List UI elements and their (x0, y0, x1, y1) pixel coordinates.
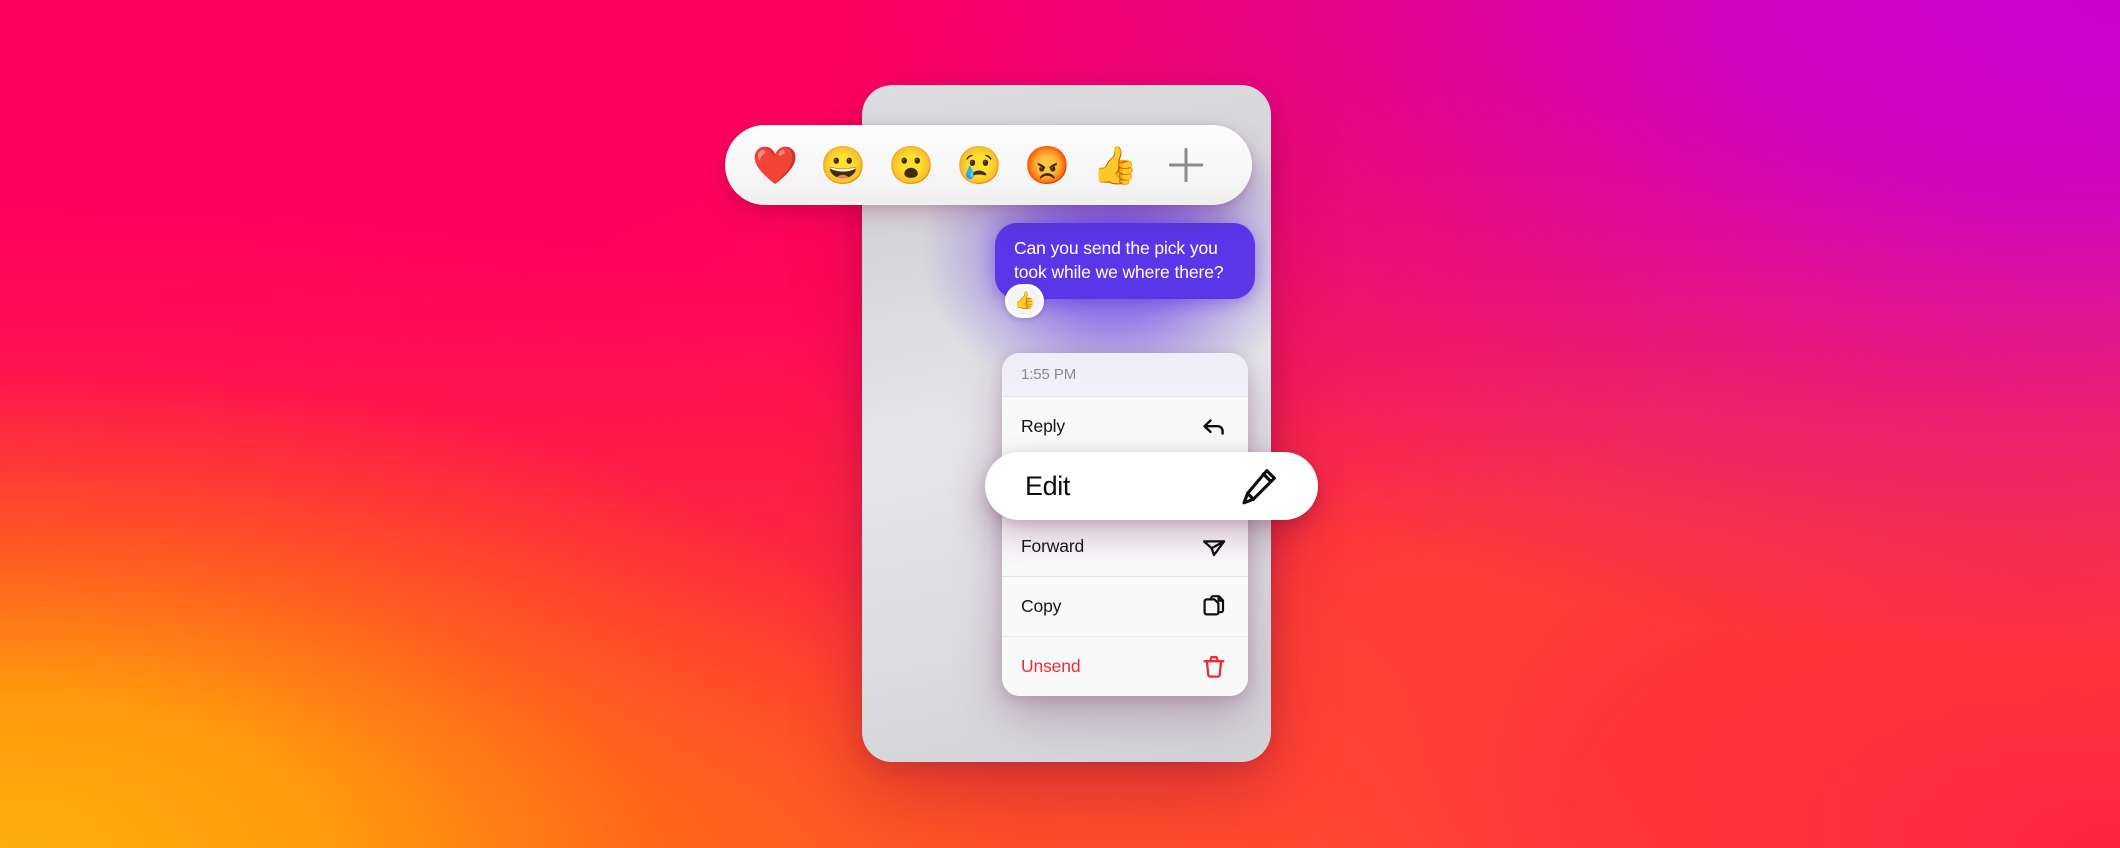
menu-item-label: Forward (1021, 536, 1085, 556)
menu-item-label: Unsend (1021, 656, 1081, 676)
menu-item-unsend[interactable]: Unsend (1002, 636, 1248, 696)
surprised-face-emoji[interactable]: 😮 (885, 139, 937, 191)
message-reaction-badge[interactable]: 👍 (1005, 284, 1044, 319)
reaction-picker-bar[interactable]: ❤️ 😀 😮 😢 😡 👍 (725, 125, 1252, 205)
message-context-menu: 1:55 PM Reply Edit Forward Copy (1002, 353, 1248, 696)
menu-item-forward[interactable]: Forward (1002, 516, 1248, 576)
grinning-face-emoji[interactable]: 😀 (817, 139, 869, 191)
menu-item-label: Copy (1021, 596, 1062, 616)
add-reaction-plus-icon[interactable] (1163, 142, 1209, 188)
reply-arrow-icon (1199, 412, 1229, 442)
message-bubble[interactable]: Can you send the pick you took while we … (995, 223, 1255, 319)
message-row: Can you send the pick you took while we … (862, 223, 1271, 319)
pencil-icon (1236, 463, 1282, 509)
menu-item-copy[interactable]: Copy (1002, 576, 1248, 636)
paper-plane-icon (1199, 532, 1229, 562)
timestamp-label: 1:55 PM (1021, 366, 1077, 383)
crying-face-emoji[interactable]: 😢 (953, 139, 1005, 191)
trash-icon (1199, 652, 1229, 682)
menu-item-label: Reply (1021, 416, 1065, 436)
heart-emoji[interactable]: ❤️ (749, 139, 801, 191)
menu-item-label: Edit (1025, 470, 1070, 501)
menu-item-reply[interactable]: Reply (1002, 396, 1248, 456)
message-timestamp: 1:55 PM (1002, 353, 1248, 396)
angry-face-emoji[interactable]: 😡 (1021, 139, 1073, 191)
copy-pages-icon (1199, 592, 1229, 622)
thumbs-up-reaction-icon: 👍 (1013, 290, 1036, 310)
thumbs-up-emoji[interactable]: 👍 (1089, 139, 1141, 191)
menu-item-edit[interactable]: Edit (985, 452, 1318, 520)
message-text: Can you send the pick you took while we … (1014, 238, 1224, 282)
